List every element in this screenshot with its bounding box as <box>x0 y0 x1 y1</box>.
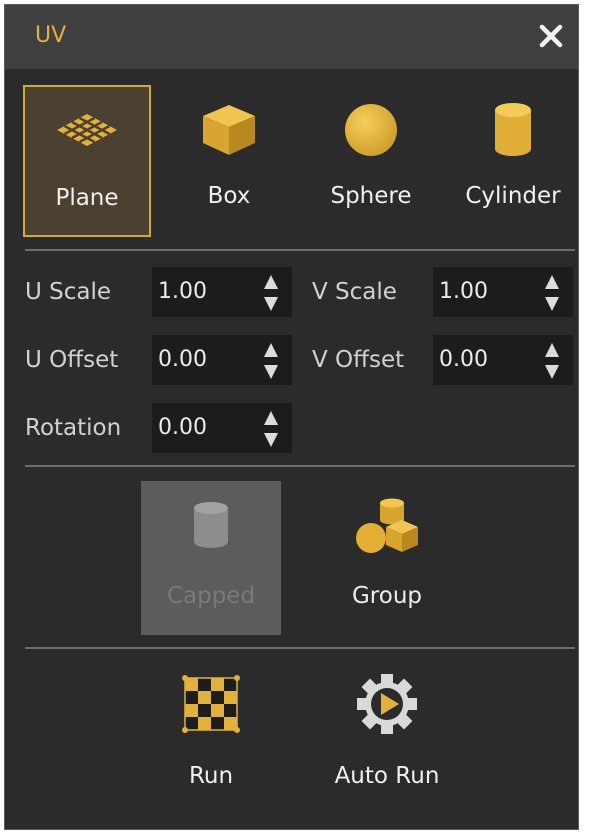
run-button[interactable]: Run <box>141 667 281 807</box>
v-offset-label: V Offset <box>312 347 405 373</box>
separator <box>25 249 575 251</box>
spin-arrows-icon[interactable] <box>262 409 280 449</box>
capped-label: Capped <box>166 583 256 609</box>
plane-label: Plane <box>55 185 119 211</box>
capped-button[interactable]: Capped <box>141 481 281 635</box>
rotation-value: 0.00 <box>158 415 207 440</box>
close-icon <box>539 24 563 48</box>
spin-arrows-icon[interactable] <box>262 341 280 381</box>
spin-arrows-icon[interactable] <box>262 273 280 313</box>
v-offset-value: 0.00 <box>439 347 488 372</box>
sphere-button[interactable]: Sphere <box>307 85 435 237</box>
rotation-label: Rotation <box>25 415 122 441</box>
v-scale-value: 1.00 <box>439 279 488 304</box>
box-button[interactable]: Box <box>165 85 293 237</box>
rotation-field[interactable]: 0.00 <box>152 403 292 453</box>
cylinder-icon <box>495 103 531 156</box>
u-offset-value: 0.00 <box>158 347 207 372</box>
plane-button[interactable]: Plane <box>23 85 151 237</box>
u-offset-label: U Offset <box>25 347 119 373</box>
spin-arrows-icon[interactable] <box>543 341 561 381</box>
sphere-icon <box>345 104 397 156</box>
cylinder-icon <box>194 502 228 548</box>
box-cube-icon <box>203 105 255 155</box>
sphere-label: Sphere <box>330 183 412 209</box>
u-scale-value: 1.00 <box>158 279 207 304</box>
separator <box>25 465 575 467</box>
group-label: Group <box>351 583 423 609</box>
title-bar: UV <box>5 5 578 69</box>
cylinder-button[interactable]: Cylinder <box>449 85 577 237</box>
checker-grid-icon <box>182 675 240 733</box>
cylinder-label: Cylinder <box>465 183 561 209</box>
auto-run-button[interactable]: Auto Run <box>317 667 457 807</box>
u-scale-field[interactable]: 1.00 <box>152 267 292 317</box>
auto-run-label: Auto Run <box>334 763 440 789</box>
gear-play-icon <box>357 674 417 734</box>
group-shapes-icon <box>356 498 418 553</box>
spin-arrows-icon[interactable] <box>543 273 561 313</box>
uv-panel: UV Plane Box Sphere Cylinder U Scale 1.0… <box>4 4 579 830</box>
separator <box>25 647 575 649</box>
v-scale-field[interactable]: 1.00 <box>433 267 573 317</box>
group-button[interactable]: Group <box>317 481 457 635</box>
u-offset-field[interactable]: 0.00 <box>152 335 292 385</box>
box-label: Box <box>207 183 251 209</box>
v-scale-label: V Scale <box>312 279 397 305</box>
u-scale-label: U Scale <box>25 279 112 305</box>
close-button[interactable] <box>534 19 568 53</box>
run-label: Run <box>188 763 234 789</box>
plane-grid-icon <box>57 114 117 146</box>
panel-title: UV <box>35 23 67 48</box>
v-offset-field[interactable]: 0.00 <box>433 335 573 385</box>
